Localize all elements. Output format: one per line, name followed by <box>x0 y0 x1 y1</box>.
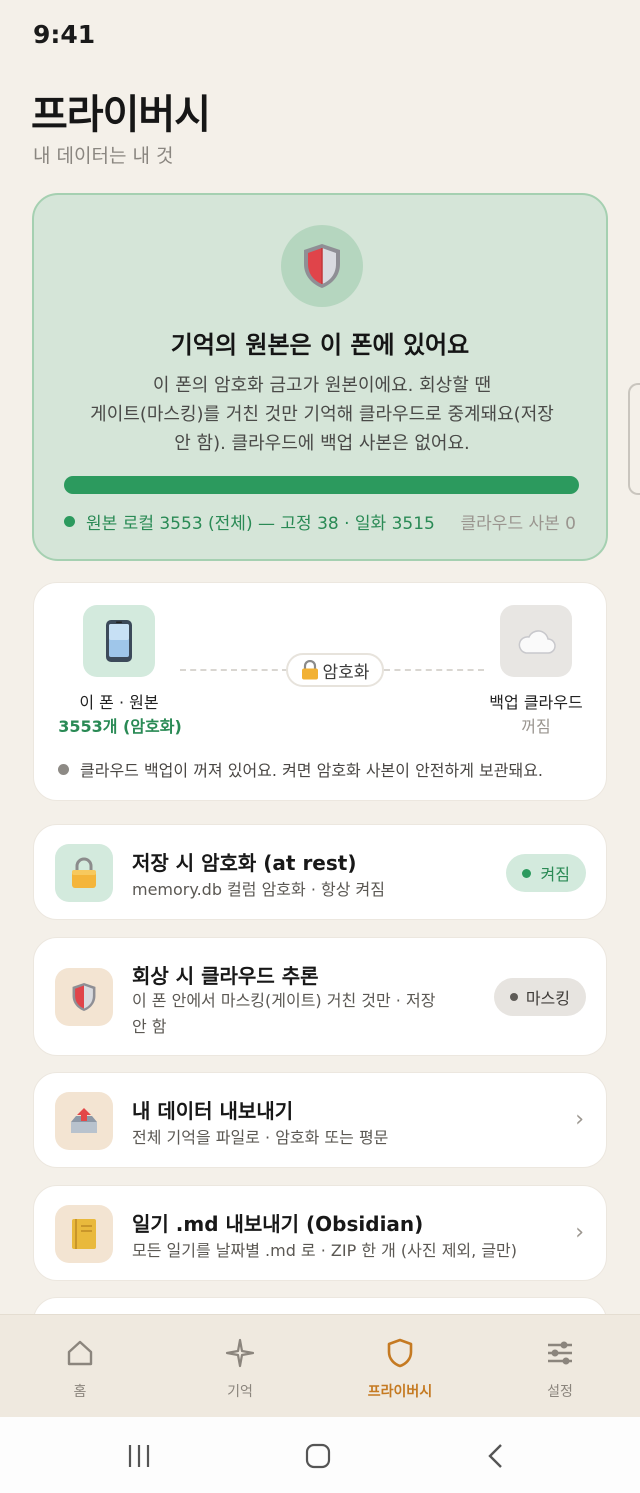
status-dot <box>58 763 69 775</box>
page-title: 프라이버시 <box>31 92 211 138</box>
local-storage-hero-card: 기억의 원본은 이 폰에 있어요 이 폰의 암호화 금고가 원본이에요. 회상할… <box>32 193 608 561</box>
hero-icon-badge <box>281 225 363 307</box>
hero-title: 기억의 원본은 이 폰에 있어요 <box>170 331 470 359</box>
status-dot <box>64 516 75 527</box>
status-time: 9:41 <box>33 20 96 49</box>
lock-icon <box>301 660 318 680</box>
export-data-row[interactable]: 내 데이터 내보내기 전체 기억을 파일로 · 암호화 또는 평문 › <box>33 1072 607 1168</box>
back-icon[interactable] <box>486 1443 506 1469</box>
edge-panel-handle[interactable] <box>628 383 640 495</box>
hero-description-line: 안 함). 클라우드에 백업 사본은 없어요. <box>174 433 470 454</box>
nav-item-memory[interactable]: 기억 <box>190 1315 290 1418</box>
nav-item-settings[interactable]: 설정 <box>510 1315 610 1418</box>
system-navigation-bar <box>0 1417 640 1493</box>
nav-label: 프라이버시 <box>367 1384 433 1400</box>
badge-label: 마스킹 <box>525 989 570 1008</box>
recent-apps-icon[interactable] <box>126 1443 152 1469</box>
bottom-navigation: 홈 기억 프라이버시 설정 <box>0 1314 640 1417</box>
row-subtitle: 모든 일기를 날짜별 .md 로 · ZIP 한 개 (사진 제외, 글만) <box>132 1241 517 1260</box>
phone-icon <box>106 620 132 662</box>
row-subtitle: 이 폰 안에서 마스킹(게이트) 거친 것만 · 저장 안 함 <box>132 988 435 1040</box>
row-title: 내 데이터 내보내기 <box>132 1099 294 1123</box>
hero-description-line: 이 폰의 암호화 금고가 원본이에요. 회상할 땐 <box>152 375 492 396</box>
home-button-icon[interactable] <box>305 1443 331 1469</box>
encryption-link-pill: 암호화 <box>286 653 384 687</box>
cloud-tile <box>500 605 572 677</box>
cloud-backup-status: 꺼짐 <box>521 717 551 736</box>
hero-description: 이 폰의 암호화 금고가 원본이에요. 회상할 땐 게이트(마스킹)를 거친 것… <box>60 371 584 458</box>
export-tray-icon <box>71 1108 97 1133</box>
device-memory-count: 3553개 (암호화) <box>58 717 182 736</box>
encryption-link-label: 암호화 <box>322 662 370 683</box>
hero-description-line: 게이트(마스킹)를 거친 것만 기억해 클라우드로 중계돼요(저장 <box>90 404 554 425</box>
nav-item-privacy[interactable]: 프라이버시 <box>350 1315 450 1418</box>
encryption-at-rest-row[interactable]: 저장 시 암호화 (at rest) memory.db 컬럼 암호화 · 항상… <box>33 824 607 920</box>
local-storage-progress-bar <box>64 476 579 494</box>
notebook-icon <box>72 1219 96 1249</box>
nav-label: 홈 <box>73 1384 87 1400</box>
cloud-inference-row[interactable]: 회상 시 클라우드 추론 이 폰 안에서 마스킹(게이트) 거친 것만 · 저장… <box>33 937 607 1056</box>
shield-icon <box>72 983 96 1011</box>
link-dashed-line <box>384 669 484 671</box>
backup-note-text: 클라우드 백업이 꺼져 있어요. 켜면 암호화 사본이 안전하게 보관돼요. <box>80 761 544 780</box>
status-dot <box>509 993 518 1001</box>
row-title: 회상 시 클라우드 추론 <box>132 964 319 988</box>
nav-label: 기억 <box>227 1384 253 1400</box>
cloud-copies-count: 클라우드 사본 0 <box>460 514 576 534</box>
local-storage-stats-text: 원본 로컬 3553 (전체) — 고정 38 · 일화 3515 <box>86 514 435 534</box>
masking-status-badge: 마스킹 <box>493 978 586 1016</box>
row-icon-tile <box>55 968 113 1026</box>
local-storage-stats: 원본 로컬 3553 (전체) — 고정 38 · 일화 3515 <box>64 509 435 534</box>
page-subtitle: 내 데이터는 내 것 <box>33 145 174 167</box>
row-subtitle-line: 안 함 <box>132 1017 167 1036</box>
cloud-label: 백업 클라우드 <box>489 693 583 712</box>
row-subtitle-line: 이 폰 안에서 마스킹(게이트) 거친 것만 · 저장 <box>132 991 436 1010</box>
row-icon-tile <box>55 1092 113 1150</box>
chevron-right-icon: › <box>575 1107 584 1132</box>
phone-tile <box>83 605 155 677</box>
status-bar: 9:41 <box>0 0 640 72</box>
lock-icon <box>72 857 96 888</box>
row-icon-tile <box>55 844 113 902</box>
row-title: 저장 시 암호화 (at rest) <box>132 851 357 875</box>
encryption-status-badge: 켜짐 <box>505 854 586 892</box>
shield-icon <box>304 244 340 288</box>
device-label: 이 폰 · 원본 <box>79 693 159 712</box>
row-subtitle: memory.db 컬럼 암호화 · 항상 켜짐 <box>132 880 385 899</box>
shield-outline-icon <box>387 1338 413 1368</box>
nav-label: 설정 <box>547 1384 573 1400</box>
badge-label: 켜짐 <box>540 865 570 884</box>
link-dashed-line <box>180 669 288 671</box>
nav-item-home[interactable]: 홈 <box>30 1315 130 1418</box>
cloud-icon <box>518 630 556 654</box>
sparkle-icon <box>225 1338 255 1368</box>
row-icon-tile <box>55 1205 113 1263</box>
row-title: 일기 .md 내보내기 (Obsidian) <box>132 1212 424 1236</box>
backup-note: 클라우드 백업이 꺼져 있어요. 켜면 암호화 사본이 안전하게 보관돼요. <box>58 757 543 781</box>
row-subtitle: 전체 기억을 파일로 · 암호화 또는 평문 <box>132 1128 389 1147</box>
chevron-right-icon: › <box>575 1220 584 1245</box>
backup-sync-card: 암호화 이 폰 · 원본 3553개 (암호화) 백업 클라우드 꺼짐 클라우드… <box>33 582 607 801</box>
sliders-icon <box>548 1341 572 1365</box>
home-icon <box>67 1340 93 1366</box>
status-dot <box>521 868 531 878</box>
diary-md-export-row[interactable]: 일기 .md 내보내기 (Obsidian) 모든 일기를 날짜별 .md 로 … <box>33 1185 607 1281</box>
